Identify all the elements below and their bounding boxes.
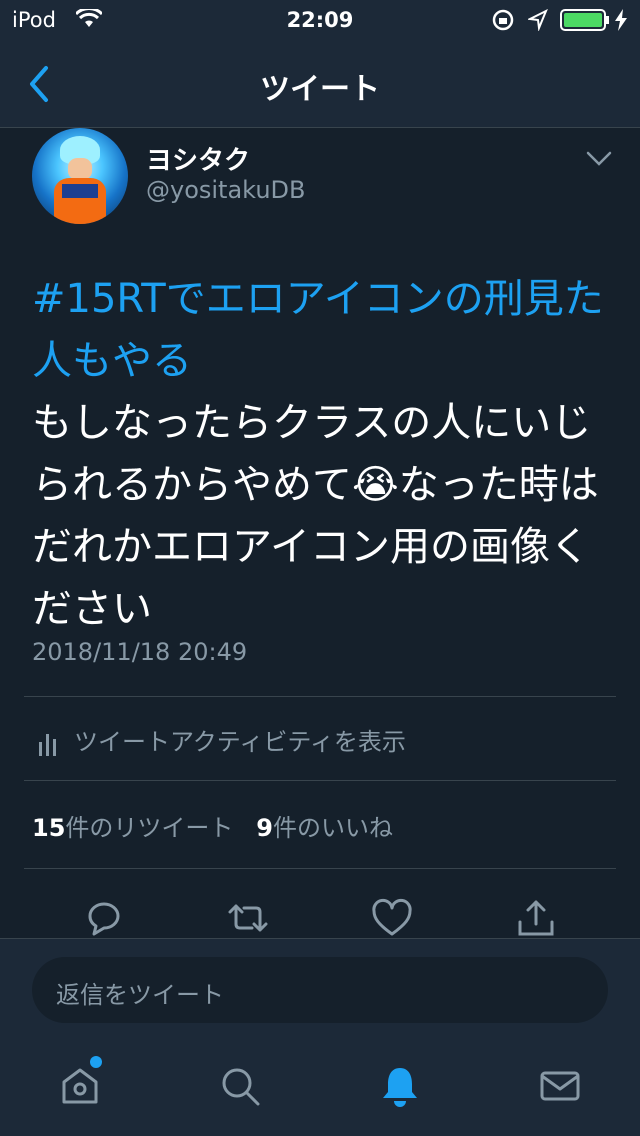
like-label: 件のいいね <box>273 814 393 842</box>
chevron-down-icon[interactable] <box>586 150 612 168</box>
tweet-activity-label: ツイートアクティビティを表示 <box>74 728 406 756</box>
charging-icon <box>615 9 627 31</box>
rotation-lock-icon <box>492 9 514 31</box>
share-icon[interactable] <box>514 896 558 940</box>
like-count-link[interactable]: 9件のいいね <box>256 814 393 842</box>
engagement-counts: 15件のリツイート 9件のいいね <box>32 808 393 843</box>
divider <box>24 696 616 697</box>
retweet-icon[interactable] <box>226 896 270 940</box>
divider <box>24 780 616 781</box>
home-icon[interactable] <box>58 1064 102 1108</box>
bell-icon[interactable] <box>378 1064 422 1108</box>
tab-bar <box>0 1038 640 1136</box>
nav-bar: ツイート <box>0 40 640 128</box>
user-handle[interactable]: @yositakuDB <box>146 176 306 204</box>
tweet-timestamp: 2018/11/18 20:49 <box>32 638 248 666</box>
retweet-count-link[interactable]: 15件のリツイート <box>32 814 233 842</box>
reply-placeholder: 返信をツイート <box>56 981 224 1009</box>
hashtag-link[interactable]: #15RTでエロアイコンの刑見た人もやる <box>32 276 604 384</box>
heart-icon[interactable] <box>370 896 414 940</box>
display-name[interactable]: ヨシタク <box>146 140 250 177</box>
status-bar: iPod 22:09 <box>0 0 640 40</box>
tweet-body-text: もしなったらクラスの人にいじられるからやめて😭なった時はだれかエロアイコン用の画… <box>32 400 599 632</box>
reply-icon[interactable] <box>82 896 126 940</box>
retweet-count: 15 <box>32 814 66 842</box>
analytics-icon <box>39 734 56 756</box>
reply-bar: 返信をツイート <box>0 938 640 1038</box>
reply-input[interactable]: 返信をツイート <box>32 957 608 1023</box>
page-title: ツイート <box>260 72 380 107</box>
retweet-label: 件のリツイート <box>65 814 234 842</box>
tweet-activity-link[interactable]: ツイートアクティビティを表示 <box>38 722 406 757</box>
divider <box>24 868 616 869</box>
new-content-indicator <box>90 1056 102 1068</box>
avatar[interactable] <box>32 128 128 224</box>
tweet-text: #15RTでエロアイコンの刑見た人もやる もしなったらクラスの人にいじられるから… <box>32 268 612 640</box>
location-icon <box>528 9 548 31</box>
mail-icon[interactable] <box>538 1064 582 1108</box>
like-count: 9 <box>256 814 273 842</box>
search-icon[interactable] <box>218 1064 262 1108</box>
battery-icon <box>560 9 609 31</box>
